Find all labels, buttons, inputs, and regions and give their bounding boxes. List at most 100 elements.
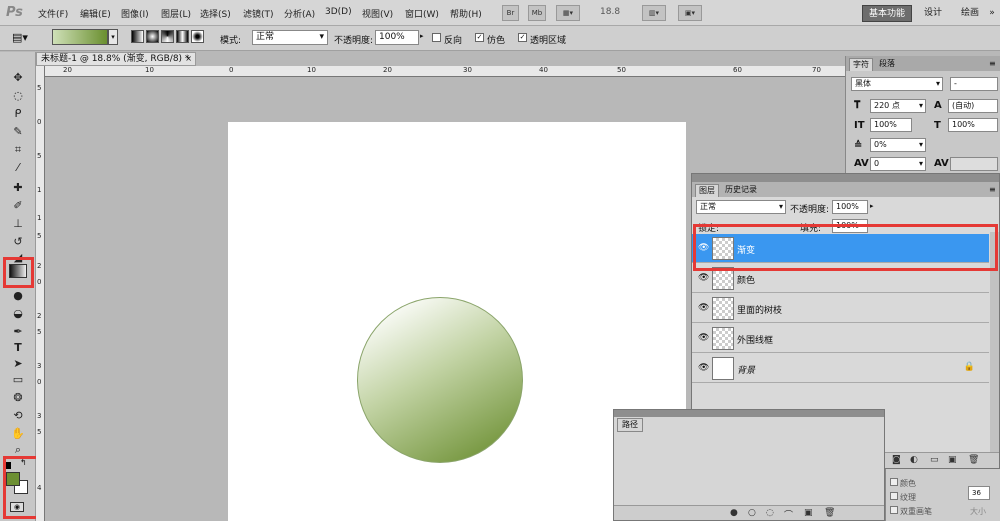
- brush-size-value[interactable]: 36: [968, 486, 990, 500]
- brush-option-checkbox[interactable]: [890, 492, 898, 500]
- kerning-secondary-input[interactable]: [950, 157, 998, 171]
- reverse-checkbox[interactable]: [432, 33, 441, 42]
- menu-analysis[interactable]: 分析(A): [284, 7, 315, 20]
- panel-menu-icon[interactable]: ≡: [986, 184, 999, 197]
- layer-row[interactable]: 👁 背景 🔒: [692, 354, 989, 383]
- vertical-scale-input[interactable]: 100%: [870, 118, 912, 132]
- screen-mode-icon[interactable]: ▣▾: [678, 5, 702, 21]
- kerning-input[interactable]: 0 ▾: [870, 157, 926, 171]
- menu-edit[interactable]: 编辑(E): [80, 7, 111, 20]
- path-selection-tool-icon[interactable]: ➤: [9, 356, 27, 372]
- eyedropper-tool-icon[interactable]: ⁄: [9, 160, 27, 176]
- gradient-tool-preset-icon[interactable]: ▤▾: [12, 31, 28, 44]
- layer-row[interactable]: 👁 外围线框: [692, 324, 989, 353]
- dodge-tool-icon[interactable]: ●: [9, 288, 27, 304]
- tab-history[interactable]: 历史记录: [722, 184, 760, 197]
- blend-mode-select[interactable]: 正常 ▾: [696, 200, 786, 214]
- blur-tool-icon[interactable]: ◒: [9, 306, 27, 322]
- gradient-preview[interactable]: [52, 29, 108, 45]
- gradient-circle[interactable]: [357, 297, 523, 463]
- view-extras-icon[interactable]: ▦▾: [556, 5, 580, 21]
- mini-bridge-button[interactable]: Mb: [528, 5, 546, 21]
- menu-filter[interactable]: 滤镜(T): [243, 7, 274, 20]
- eye-icon[interactable]: 👁: [698, 273, 709, 283]
- angle-gradient-icon[interactable]: [161, 30, 174, 43]
- 3d-rotate-tool-icon[interactable]: ❂: [9, 390, 27, 406]
- menu-select[interactable]: 选择(S): [200, 7, 231, 20]
- horizontal-ruler[interactable]: 20 10 0 10 20 30 40 50 60 70: [45, 66, 845, 77]
- tab-layers[interactable]: 图层: [695, 184, 719, 197]
- workspace-essentials[interactable]: 基本功能: [862, 5, 912, 22]
- document-tab[interactable]: 未标题-1 @ 18.8% (渐变, RGB/8) * ×: [36, 52, 196, 66]
- menu-view[interactable]: 视图(V): [362, 7, 393, 20]
- brush-option-checkbox[interactable]: [890, 506, 898, 514]
- fill-path-icon[interactable]: ●: [730, 508, 738, 518]
- rectangle-tool-icon[interactable]: ▭: [9, 372, 27, 388]
- 3d-orbit-tool-icon[interactable]: ⟲: [9, 408, 27, 424]
- eye-icon[interactable]: 👁: [698, 303, 709, 313]
- eye-icon[interactable]: 👁: [698, 333, 709, 343]
- type-tool-icon[interactable]: T: [9, 340, 27, 356]
- menu-help[interactable]: 帮助(H): [450, 7, 482, 20]
- lasso-tool-icon[interactable]: ᑭ: [9, 106, 27, 122]
- arrange-documents-icon[interactable]: ▥▾: [642, 5, 666, 21]
- marquee-tool-icon[interactable]: ◌: [9, 88, 27, 104]
- font-size-input[interactable]: 220 点 ▾: [870, 99, 926, 113]
- load-selection-icon[interactable]: ◌: [766, 508, 774, 518]
- menu-window[interactable]: 窗口(W): [405, 7, 439, 20]
- delete-path-icon[interactable]: 🗑: [824, 508, 835, 518]
- reflected-gradient-icon[interactable]: [176, 30, 189, 43]
- adjustment-layer-icon[interactable]: ◐: [910, 455, 918, 465]
- crop-tool-icon[interactable]: ⌗: [9, 142, 27, 158]
- dither-checkbox[interactable]: ✓: [475, 33, 484, 42]
- brush-option-checkbox[interactable]: [890, 478, 898, 486]
- panel-menu-icon[interactable]: ≡: [986, 58, 999, 71]
- tracking-input[interactable]: 0% ▾: [870, 138, 926, 152]
- workspace-design[interactable]: 设计: [921, 5, 945, 22]
- brush-tool-icon[interactable]: ✐: [9, 198, 27, 214]
- font-style-select[interactable]: -: [950, 77, 998, 91]
- font-family-select[interactable]: 黑体 ▾: [851, 77, 943, 91]
- new-group-icon[interactable]: ▭: [930, 455, 939, 465]
- move-tool-icon[interactable]: ✥: [9, 70, 27, 86]
- quick-selection-tool-icon[interactable]: ✎: [9, 124, 27, 140]
- menu-layer[interactable]: 图层(L): [161, 7, 191, 20]
- bridge-button[interactable]: Br: [502, 5, 519, 21]
- make-work-path-icon[interactable]: ⌒: [784, 508, 793, 521]
- zoom-level[interactable]: 18.8: [600, 7, 620, 17]
- tab-paragraph[interactable]: 段落: [876, 58, 898, 71]
- clone-stamp-tool-icon[interactable]: ⊥: [9, 216, 27, 232]
- radial-gradient-icon[interactable]: [146, 30, 159, 43]
- menu-3d[interactable]: 3D(D): [325, 7, 352, 17]
- tab-paths[interactable]: 路径: [617, 418, 643, 432]
- layer-opacity-input[interactable]: 100%: [832, 200, 868, 214]
- opacity-input[interactable]: 100%: [375, 30, 419, 45]
- history-brush-tool-icon[interactable]: ↺: [9, 234, 27, 250]
- new-path-icon[interactable]: ▣: [804, 508, 813, 518]
- linear-gradient-icon[interactable]: [131, 30, 144, 43]
- stroke-path-icon[interactable]: ○: [748, 508, 756, 518]
- transparency-checkbox[interactable]: ✓: [518, 33, 527, 42]
- layer-mask-icon[interactable]: ◙: [892, 455, 901, 465]
- diamond-gradient-icon[interactable]: [191, 30, 204, 43]
- layer-row[interactable]: 👁 里面的树枝: [692, 294, 989, 323]
- leading-input[interactable]: (自动): [948, 99, 998, 113]
- horizontal-scale-input[interactable]: 100%: [948, 118, 998, 132]
- panel-title-strip[interactable]: [614, 410, 884, 417]
- tab-character[interactable]: 字符: [849, 58, 873, 71]
- hand-tool-icon[interactable]: ✋: [9, 426, 27, 442]
- vertical-ruler[interactable]: 5 0 5 1 1 5 2 0 2 5 3 0 3 5 4: [36, 66, 45, 521]
- spot-healing-tool-icon[interactable]: ✚: [9, 180, 27, 196]
- close-icon[interactable]: ×: [185, 53, 192, 65]
- panel-title-strip[interactable]: [692, 174, 999, 182]
- workspace-more-icon[interactable]: »: [987, 5, 997, 22]
- pen-tool-icon[interactable]: ✒: [9, 324, 27, 340]
- menu-file[interactable]: 文件(F): [38, 7, 68, 20]
- gradient-picker-dropdown-icon[interactable]: ▾: [108, 29, 118, 45]
- opacity-slider-icon[interactable]: ▸: [870, 202, 874, 210]
- opacity-slider-icon[interactable]: ▸: [420, 32, 424, 40]
- delete-layer-icon[interactable]: 🗑: [968, 455, 979, 465]
- new-layer-icon[interactable]: ▣: [948, 455, 957, 465]
- menu-image[interactable]: 图像(I): [121, 7, 149, 20]
- eye-icon[interactable]: 👁: [698, 363, 709, 373]
